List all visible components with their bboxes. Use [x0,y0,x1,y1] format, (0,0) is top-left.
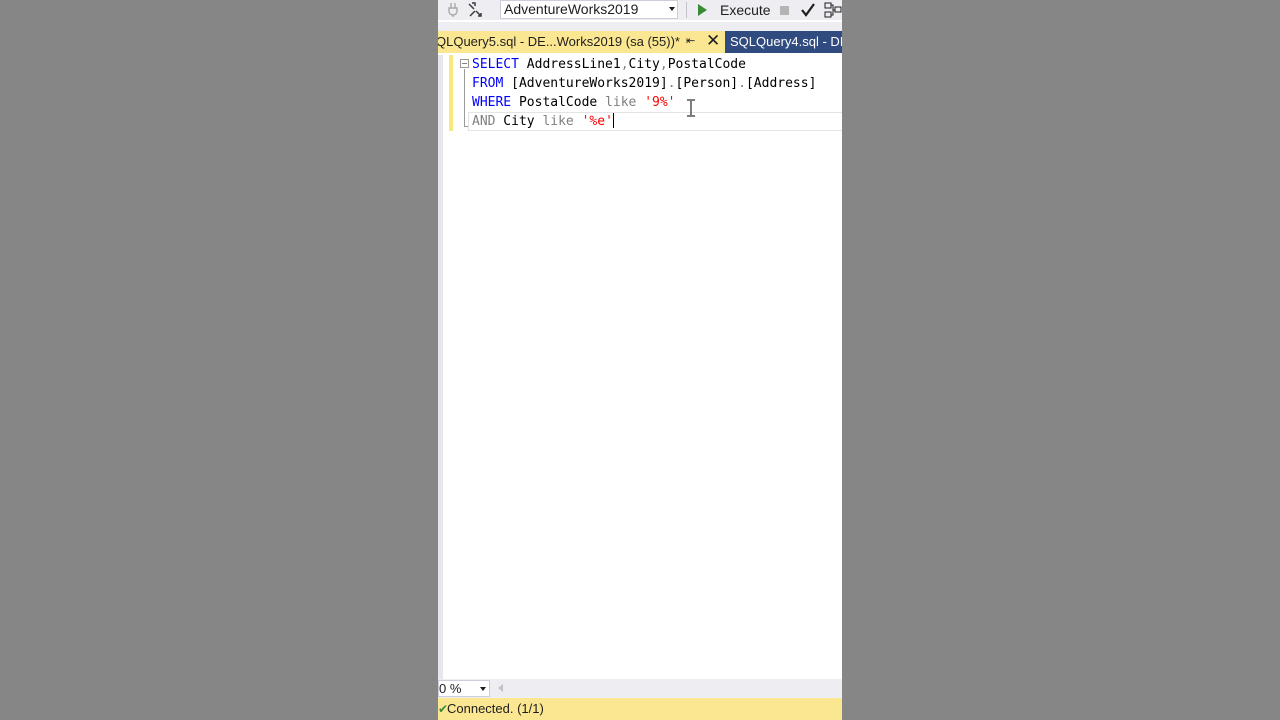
chevron-down-icon [669,7,675,11]
code-token: '9%' [644,95,676,110]
document-tab-strip: QLQuery5.sql - DE...Works2019 (sa (55))*… [438,22,842,53]
code-token: City [628,57,660,72]
code-line[interactable]: SELECT AddressLine1,City,PostalCode [472,55,746,74]
chevron-down-icon [480,687,486,691]
scroll-left-arrow-icon[interactable] [498,684,503,692]
code-token: '%e' [581,114,613,129]
toolbar-divider [686,2,687,18]
text-cursor-icon [687,99,695,117]
tab-sqlquery4[interactable]: SQLQuery4.sql - DE [725,31,842,53]
database-select-value: AdventureWorks2019 [504,1,639,17]
code-token: [Person] [675,76,739,91]
code-token: , [659,57,668,72]
code-line[interactable]: FROM [AdventureWorks2019].[Person].[Addr… [472,74,816,93]
tab-sqlquery5[interactable]: QLQuery5.sql - DE...Works2019 (sa (55))*… [438,31,725,53]
code-line[interactable]: WHERE PostalCode like '9%' [472,93,676,112]
code-line[interactable]: AND City like '%e' [472,112,614,131]
change-connection-icon[interactable] [466,1,484,19]
code-token: AND [472,114,496,129]
status-text: Connected. (1/1) [447,701,544,716]
zoom-value: 0 % [439,681,462,696]
code-token: WHERE [472,95,512,110]
code-token: AddressLine1 [518,57,621,72]
code-token: . [667,76,676,91]
close-icon[interactable]: ✕ [706,31,720,51]
code-token: PostalCode [511,95,606,110]
status-bar: ✔ Connected. (1/1) [438,698,842,720]
tab-label: SQLQuery4.sql - DE [730,34,842,49]
code-token: like [542,114,574,129]
code-token: PostalCode [667,57,746,72]
pin-icon[interactable]: ⇤ [686,34,695,47]
code-token: City [495,114,543,129]
tab-label: QLQuery5.sql - DE...Works2019 (sa (55))* [438,34,680,49]
ssms-window: AdventureWorks2019 Execute QLQuery5.sql … [438,0,842,720]
code-token: like [605,95,637,110]
stop-icon[interactable] [779,1,789,19]
play-icon [698,3,707,16]
code-token: . [738,76,746,91]
outline-guide [464,69,465,127]
disconnect-icon[interactable] [446,1,460,19]
execute-button[interactable]: Execute [694,0,771,19]
query-editor[interactable]: − SELECT AddressLine1,City,PostalCode FRO… [438,55,842,679]
change-tracking-bar [449,55,453,131]
code-token: SELECT [472,57,519,72]
parse-checkmark-icon[interactable] [800,1,816,19]
toolbar: AdventureWorks2019 Execute [438,0,842,20]
zoom-bar: 0 % [438,679,842,698]
collapse-icon[interactable]: − [460,59,469,68]
code-token: FROM [472,76,504,91]
database-select[interactable]: AdventureWorks2019 [500,0,678,19]
zoom-select[interactable]: 0 % [438,680,490,697]
text-caret [612,113,614,128]
code-token: , [620,57,629,72]
display-plan-icon[interactable] [824,1,842,19]
code-token: [AdventureWorks2019] [503,76,668,91]
code-token: [Address] [745,76,817,91]
execute-label: Execute [720,1,771,18]
